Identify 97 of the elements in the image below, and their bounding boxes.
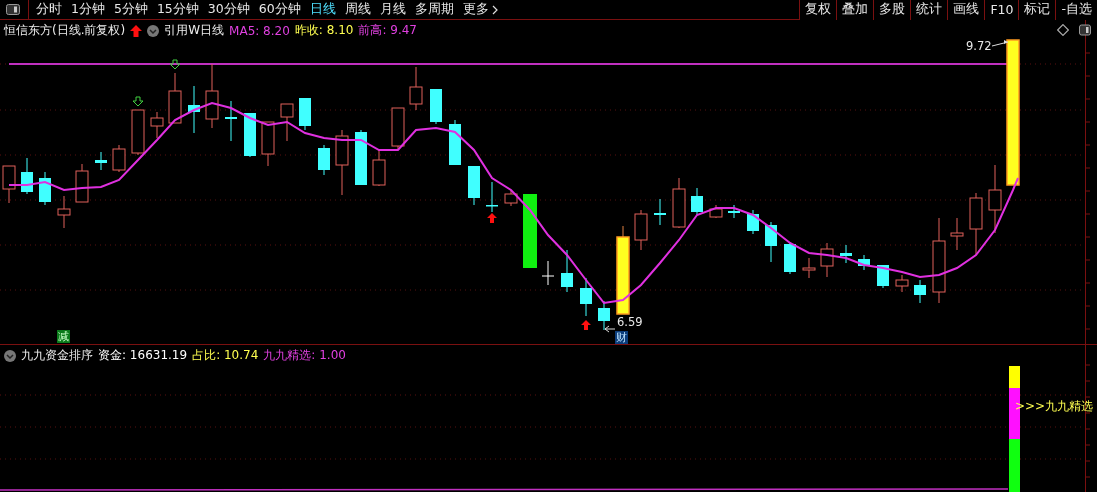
period-tab[interactable]: 日线 <box>309 1 336 18</box>
candlestick <box>950 217 964 251</box>
period-tab[interactable]: 30分钟 <box>207 1 250 18</box>
candlestick <box>261 121 275 167</box>
indicator-bar <box>1009 439 1020 492</box>
candlestick <box>188 85 200 134</box>
period-tab[interactable]: 5分钟 <box>113 1 148 18</box>
price-label: 6.59 <box>617 316 643 328</box>
candlestick <box>598 300 610 331</box>
candlestick <box>372 149 386 187</box>
candlestick <box>95 151 107 171</box>
candlestick <box>709 204 723 219</box>
candlestick <box>840 244 852 264</box>
indicator-value: 九九精选: 1.00 <box>263 347 346 364</box>
toolbar-button[interactable]: 标记 <box>1018 0 1056 20</box>
candlestick <box>654 198 666 226</box>
candlestick <box>877 264 889 289</box>
candlestick <box>280 103 294 142</box>
finance-tag: 财 <box>615 331 628 344</box>
formula-name[interactable]: 引用W日线 <box>164 22 225 39</box>
candlestick <box>580 277 592 317</box>
candlestick <box>747 209 759 235</box>
up-arrow-icon <box>130 24 143 37</box>
toolbar-button[interactable]: F10 <box>984 0 1019 20</box>
period-tab[interactable]: 1分钟 <box>71 1 105 18</box>
candlestick <box>504 189 518 207</box>
down-arrow-icon <box>169 59 181 70</box>
panel-toggle-icon <box>6 4 20 15</box>
candlestick <box>150 111 164 139</box>
candlestick <box>318 144 330 176</box>
indicator-value: MA5: 8.20 <box>229 23 290 38</box>
candlestick <box>21 157 33 195</box>
candlestick <box>75 163 89 203</box>
candlestick <box>672 177 686 229</box>
candlestick <box>765 221 777 263</box>
period-tab[interactable]: 60分钟 <box>258 1 301 18</box>
candlestick <box>335 129 349 196</box>
candlestick <box>728 204 740 219</box>
candlestick <box>57 195 71 229</box>
candlestick <box>561 249 573 293</box>
candlestick <box>784 241 796 275</box>
period-tab[interactable]: 周线 <box>344 1 371 18</box>
down-arrow-icon <box>132 96 144 107</box>
indicator-value: 占比: 10.74 <box>192 347 259 364</box>
up-arrow-icon <box>487 213 497 223</box>
candlestick <box>391 107 405 151</box>
toolbar-button[interactable]: 复权 <box>799 0 837 20</box>
indicator-value: 前高: 9.47 <box>358 22 417 39</box>
toolbar-button[interactable]: 画线 <box>947 0 985 20</box>
chevron-right-icon <box>491 4 498 15</box>
candlestick <box>691 187 703 216</box>
candlestick <box>541 260 555 286</box>
panel-toggle-icon <box>1079 24 1091 36</box>
candlestick <box>205 63 219 129</box>
candlestick <box>2 165 16 204</box>
candlestick <box>244 112 256 158</box>
candlestick <box>468 165 480 206</box>
stock-title: 恒信东方(日线.前复权) <box>4 22 126 39</box>
candlestick <box>299 97 311 131</box>
candlestick <box>409 66 423 111</box>
candlestick <box>969 192 983 256</box>
toolbar-button[interactable]: -自选 <box>1055 0 1097 20</box>
candlestick <box>895 274 909 293</box>
indicator-value: 昨收: 8.10 <box>294 22 354 39</box>
period-tab[interactable]: 分时 <box>36 1 62 18</box>
candlestick <box>486 181 498 213</box>
period-tab[interactable]: 多周期 <box>414 1 454 18</box>
indicator-value: 资金: 16631.19 <box>98 347 188 364</box>
candlestick <box>858 254 870 271</box>
reduce-tag: 减 <box>57 330 70 343</box>
candlestick <box>112 144 126 173</box>
price-label: 9.72 <box>966 39 992 53</box>
candlestick <box>802 257 816 279</box>
indicator-title[interactable]: 九九资金排序 <box>21 347 93 364</box>
candlestick <box>39 171 51 206</box>
chevron-down-icon <box>147 24 160 37</box>
toolbar-button[interactable]: 统计 <box>910 0 948 20</box>
candlestick <box>131 109 145 156</box>
candlestick <box>168 72 182 124</box>
toolbar-button[interactable]: 叠加 <box>836 0 874 20</box>
candlestick <box>914 279 926 304</box>
candlestick <box>634 209 648 251</box>
toolbar-button[interactable]: 多股 <box>873 0 911 20</box>
leader-line <box>991 40 1009 47</box>
candlestick <box>430 88 442 125</box>
candlestick <box>820 242 834 278</box>
diamond-icon <box>1057 24 1069 36</box>
period-tab[interactable]: 月线 <box>379 1 406 18</box>
candlestick <box>355 129 367 186</box>
chevron-down-icon <box>4 349 16 362</box>
period-tab[interactable]: 15分钟 <box>156 1 199 18</box>
candlestick <box>225 100 237 142</box>
more-button[interactable]: 更多 <box>462 1 498 18</box>
candlestick <box>988 164 1002 234</box>
leader-line <box>604 325 616 333</box>
up-arrow-icon <box>581 320 591 330</box>
candlestick <box>449 119 461 166</box>
